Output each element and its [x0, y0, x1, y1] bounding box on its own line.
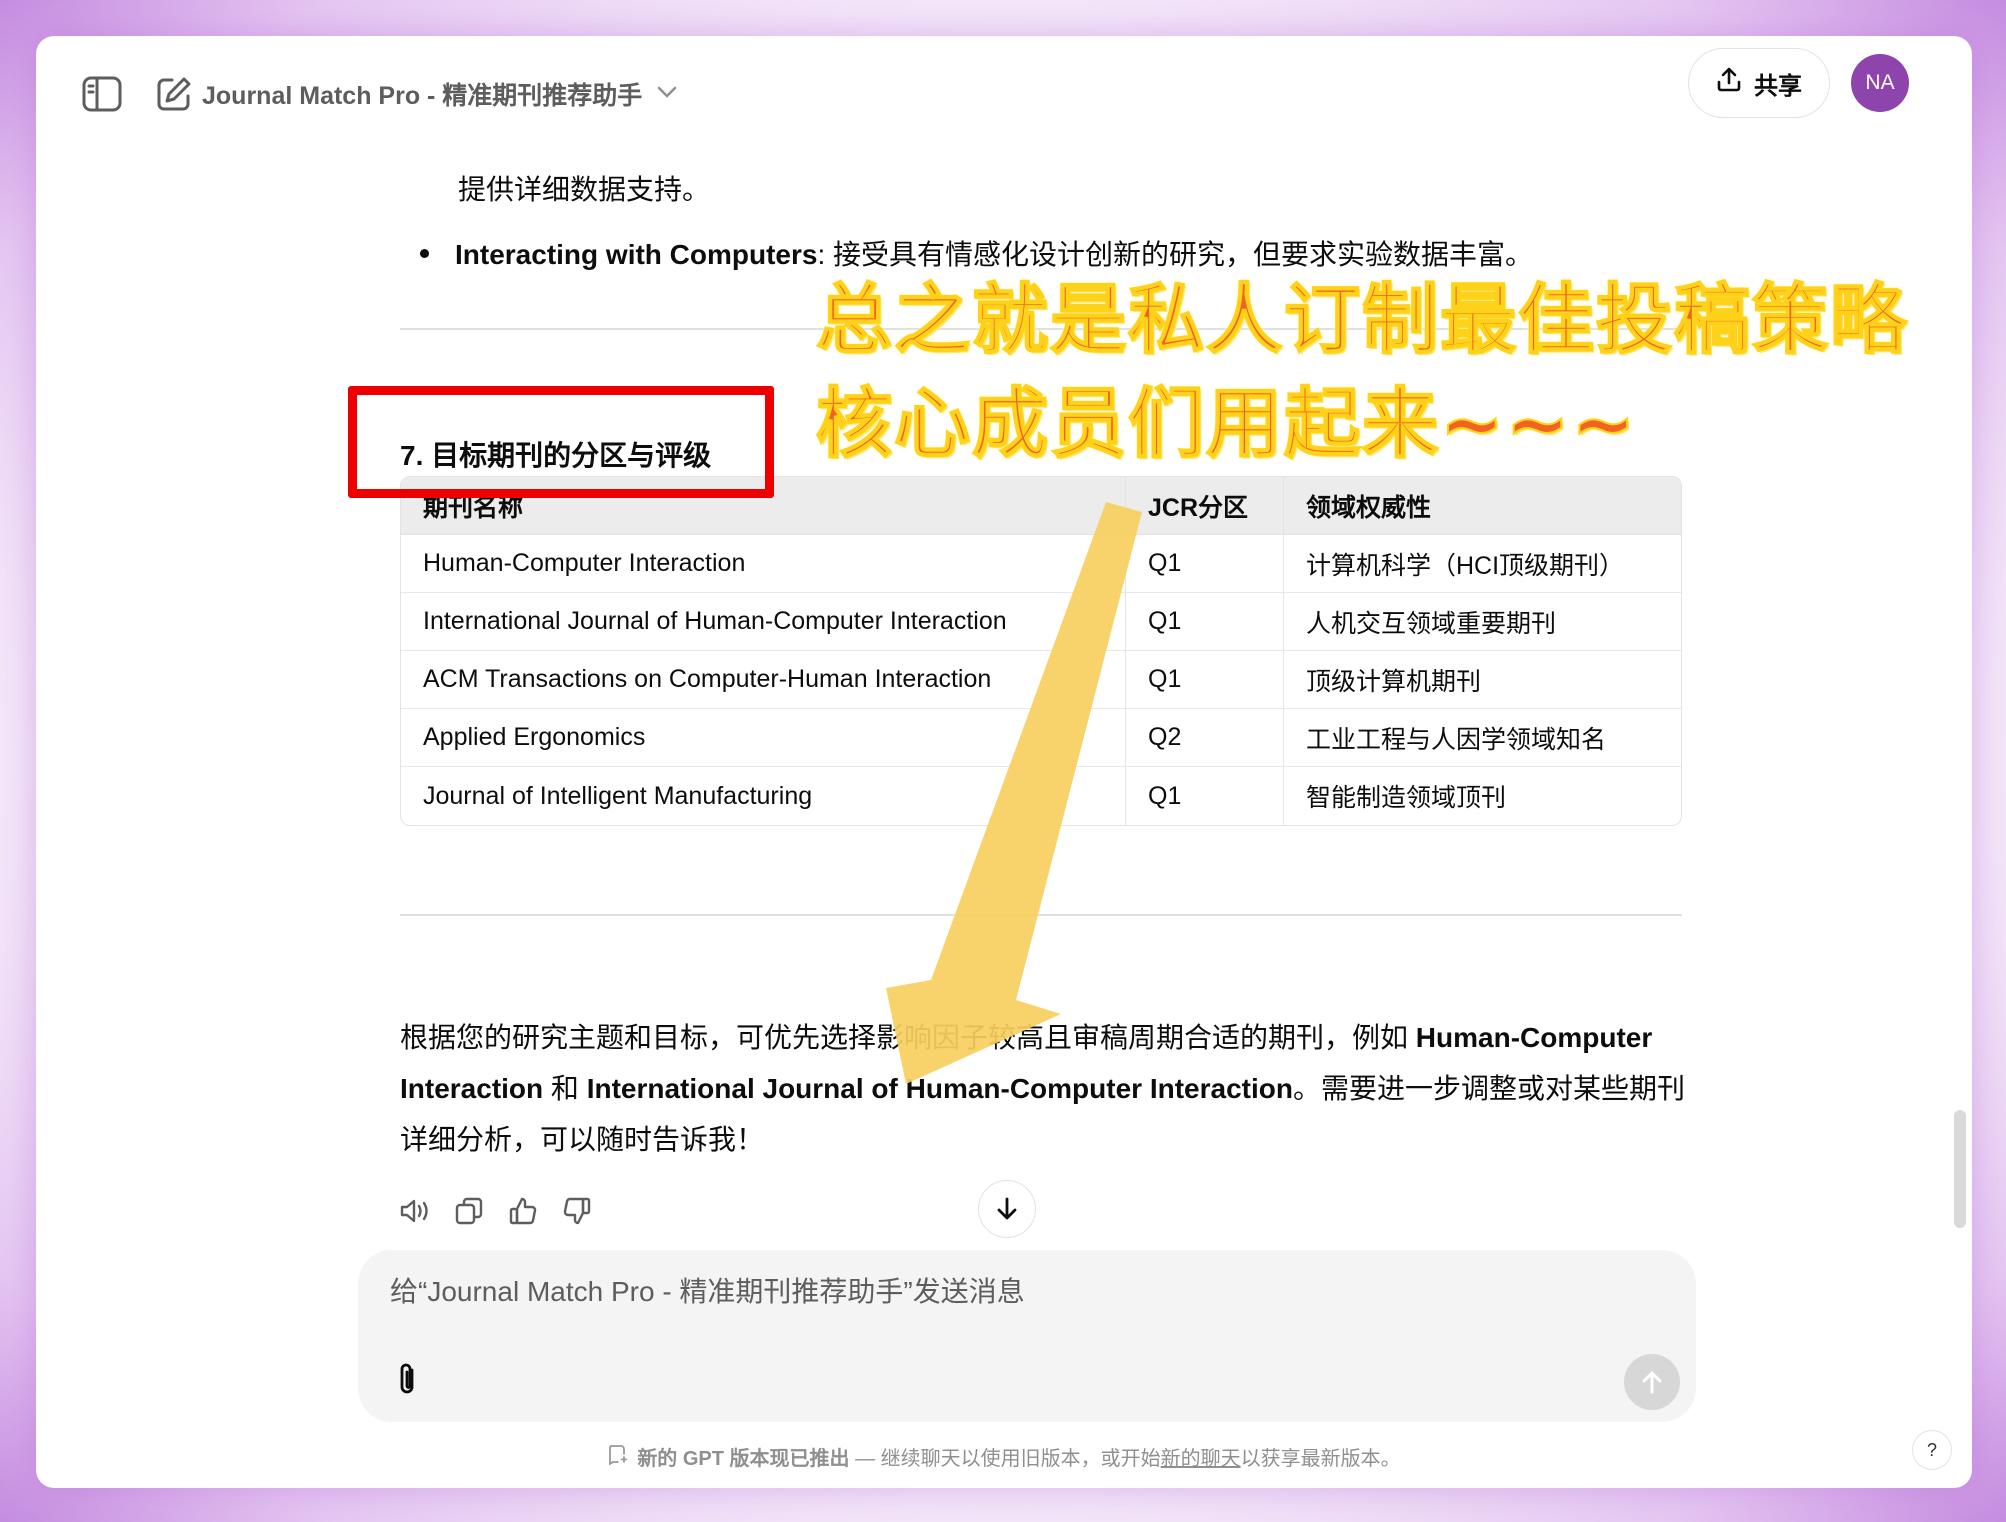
- chat-plus-icon: [607, 1443, 629, 1471]
- table-cell: 顶级计算机期刊: [1283, 651, 1681, 709]
- table-cell: ACM Transactions on Computer-Human Inter…: [401, 651, 1125, 709]
- bullet-dot: [420, 248, 429, 258]
- highlight-box: [348, 386, 774, 498]
- table-header-authority: 领域权威性: [1283, 477, 1681, 535]
- annotation-caption-line-1: 总之就是私人订制最佳投稿策略: [815, 274, 1908, 365]
- table-cell: Q1: [1125, 767, 1283, 825]
- thumbs-up-icon[interactable]: [506, 1194, 540, 1228]
- new-chat-link[interactable]: 新的聊天: [1161, 1448, 1241, 1470]
- journal-name: Interacting with Computers: [455, 239, 818, 270]
- table-row: Human-Computer Interaction Q1 计算机科学（HCI顶…: [401, 535, 1681, 593]
- notice-title: 新的 GPT 版本现已推出: [637, 1448, 850, 1470]
- help-button[interactable]: ?: [1912, 1430, 1952, 1470]
- message-text: 提供详细数据支持。: [458, 174, 711, 205]
- table-row: Applied Ergonomics Q2 工业工程与人因学领域知名: [401, 709, 1681, 767]
- summary-paragraph: 根据您的研究主题和目标，可优先选择影响因子较高且审稿周期合适的期刊，例如 Hum…: [400, 1022, 1685, 1155]
- read-aloud-icon[interactable]: [398, 1194, 432, 1228]
- table-row: Journal of Intelligent Manufacturing Q1 …: [401, 767, 1681, 825]
- table-row: ACM Transactions on Computer-Human Inter…: [401, 651, 1681, 709]
- send-button[interactable]: [1624, 1354, 1680, 1410]
- table-cell: 计算机科学（HCI顶级期刊）: [1283, 535, 1681, 593]
- scroll-to-bottom-button[interactable]: [978, 1180, 1036, 1238]
- journal-table: 期刊名称 JCR分区 领域权威性 Human-Computer Interact…: [400, 476, 1682, 826]
- table-cell: Journal of Intelligent Manufacturing: [423, 781, 813, 810]
- table-cell: Human-Computer Interaction: [401, 535, 1125, 593]
- table-cell: Q1: [1125, 535, 1283, 593]
- arrow-up-icon: [1642, 1371, 1662, 1394]
- table-cell: 工业工程与人因学领域知名: [1283, 709, 1681, 767]
- annotation-caption-line-2: 核心成员们用起来~~~: [815, 378, 1638, 469]
- chat-window: Journal Match Pro - 精准期刊推荐助手 共享 NA 提供详细数…: [36, 36, 1972, 1488]
- attach-icon[interactable]: [388, 1360, 428, 1400]
- table-cell: Applied Ergonomics: [401, 709, 1125, 767]
- table-cell: 智能制造领域顶刊: [1283, 767, 1681, 825]
- divider: [400, 914, 1682, 916]
- table-header-jcr: JCR分区: [1125, 477, 1283, 535]
- table-cell: International Journal of Human-Computer …: [401, 593, 1125, 651]
- scrollbar[interactable]: [1954, 1110, 1966, 1228]
- notice-text: — 继续聊天以使用旧版本，或开始: [849, 1448, 1161, 1470]
- message-input[interactable]: [390, 1276, 1490, 1308]
- thumbs-down-icon[interactable]: [560, 1194, 594, 1228]
- version-notice: 新的 GPT 版本现已推出 — 继续聊天以使用旧版本，或开始新的聊天以获享最新版…: [36, 1442, 1972, 1471]
- table-cell: Q1: [1125, 593, 1283, 651]
- notice-tail: 以获享最新版本。: [1240, 1448, 1401, 1470]
- message-actions: [398, 1194, 594, 1228]
- message-composer: [358, 1250, 1696, 1422]
- table-cell: 人机交互领域重要期刊: [1283, 593, 1681, 651]
- arrow-down-icon: [997, 1197, 1017, 1220]
- table-row: International Journal of Human-Computer …: [401, 593, 1681, 651]
- copy-icon[interactable]: [452, 1194, 486, 1228]
- table-cell: Q2: [1125, 709, 1283, 767]
- table-cell: Q1: [1125, 651, 1283, 709]
